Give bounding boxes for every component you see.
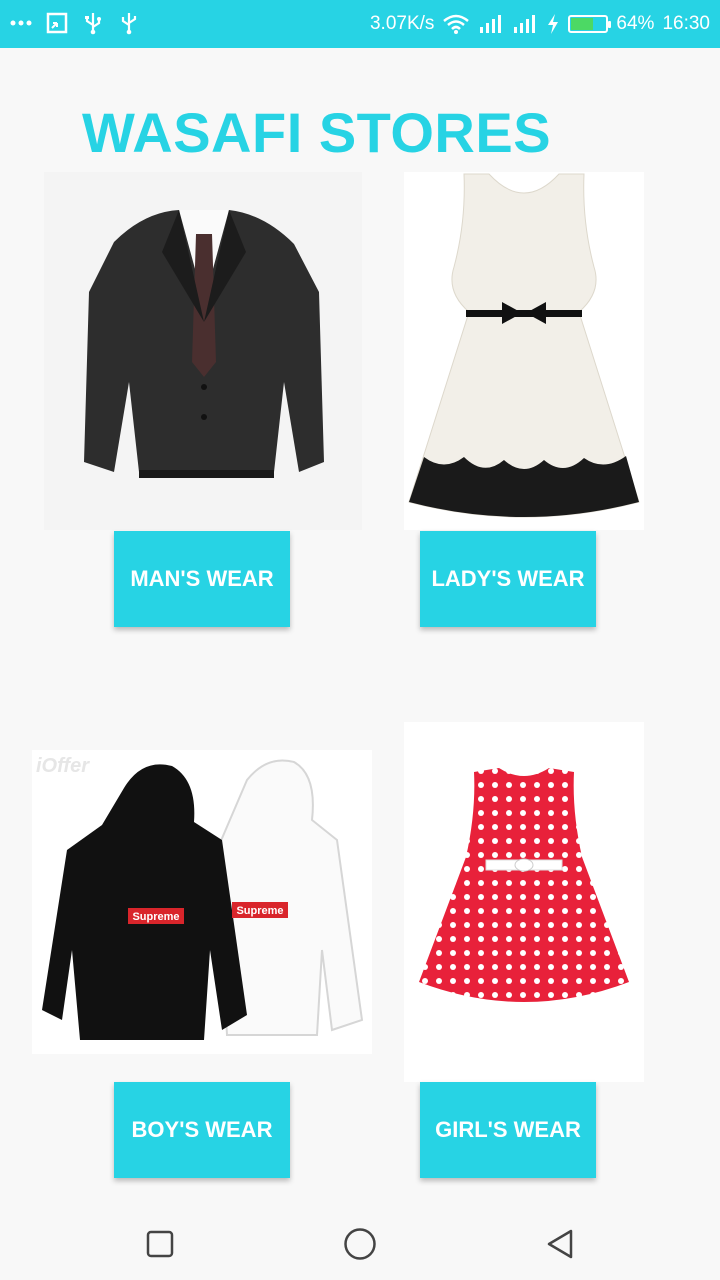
- watermark-text: iOffer: [36, 755, 90, 777]
- more-dots-icon: [10, 20, 32, 26]
- screenshot-icon: [46, 12, 68, 34]
- back-icon[interactable]: [540, 1224, 580, 1264]
- usb-icon: [85, 13, 101, 35]
- signal-icon: [480, 15, 502, 33]
- mens-wear-button[interactable]: MAN'S WEAR: [114, 531, 290, 627]
- page-title: WASAFI STORES: [82, 101, 552, 164]
- home-icon[interactable]: [340, 1224, 380, 1264]
- wifi-icon: [443, 14, 470, 34]
- clock: 16:30: [662, 13, 710, 34]
- recent-apps-icon[interactable]: [140, 1224, 180, 1264]
- patch-text-black-hoodie: Supreme: [132, 911, 179, 923]
- navigation-bar: [0, 1204, 720, 1280]
- patch-text-white-hoodie: Supreme: [236, 905, 283, 917]
- usb-debug-icon: [121, 13, 137, 35]
- status-bar: 3.07K/s 64% 16:30: [0, 0, 720, 48]
- charging-icon: [548, 14, 559, 34]
- battery-percent: 64%: [616, 13, 655, 34]
- ladys-wear-button[interactable]: LADY'S WEAR: [420, 531, 596, 627]
- girls-wear-button[interactable]: GIRL'S WEAR: [420, 1082, 596, 1178]
- white-dress-image[interactable]: [404, 172, 644, 530]
- boys-wear-button[interactable]: BOY'S WEAR: [114, 1082, 290, 1178]
- network-speed: 3.07K/s: [369, 13, 435, 34]
- hoodies-image[interactable]: iOffer Supreme Supreme: [32, 750, 372, 1054]
- polka-dot-dress-image[interactable]: [404, 722, 644, 1082]
- mens-suit-image[interactable]: [44, 172, 362, 530]
- battery-icon: [568, 15, 612, 33]
- signal-icon-2: [514, 15, 536, 33]
